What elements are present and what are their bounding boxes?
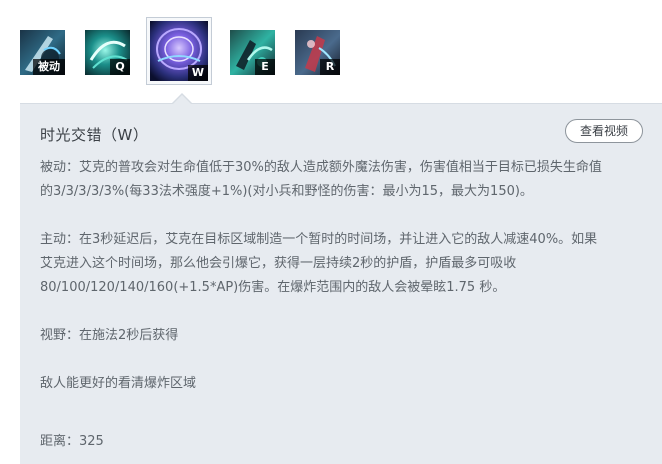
skill-e[interactable]: E <box>230 30 275 75</box>
skill-w-selected[interactable]: W <box>146 17 212 85</box>
range-text: 距离：325 <box>40 434 104 449</box>
vision-text: 视野：在施法2秒后获得 <box>40 328 179 343</box>
skill-r[interactable]: R <box>295 30 340 75</box>
skill-key-label: 被动 <box>33 59 65 75</box>
selection-pointer-fill <box>172 95 192 105</box>
skill-title: 时光交错（W） <box>40 126 149 144</box>
enemy-note-text: 敌人能更好的看清爆炸区域 <box>40 376 197 391</box>
skill-key-label: E <box>255 59 275 75</box>
skill-q[interactable]: Q <box>85 30 130 75</box>
active-desc-line: 艾克进入这个时间场，那么他会引爆它，获得一层持续2秒的护盾，护盾最多可吸收 <box>40 256 517 271</box>
skill-passive[interactable]: 被动 <box>20 30 65 75</box>
skill-key-label: R <box>320 59 340 75</box>
active-desc-line: 主动：在3秒延迟后，艾克在目标区域制造一个暂时的时间场，并让进入它的敌人减速40… <box>40 232 598 247</box>
passive-desc-line: 的3/3/3/3/3%(每33法术强度+1%)(对小兵和野怪的伤害：最小为15，… <box>40 184 533 199</box>
skill-key-label: Q <box>110 59 130 75</box>
skill-key-label: W <box>188 65 208 81</box>
skill-w-frame: W <box>150 21 208 81</box>
skill-detail-panel: 时光交错（W） 查看视频 被动：艾克的普攻会对生命值低于30%的敌人造成额外魔法… <box>20 103 662 464</box>
skill-bar: 被动 Q W E R <box>0 0 662 104</box>
view-video-button[interactable]: 查看视频 <box>565 119 643 143</box>
passive-desc-line: 被动：艾克的普攻会对生命值低于30%的敌人造成额外魔法伤害，伤害值相当于目标已损… <box>40 160 602 175</box>
active-desc-line: 80/100/120/140/160(+1.5*AP)伤害。在爆炸范围内的敌人会… <box>40 280 506 295</box>
skill-description: 被动：艾克的普攻会对生命值低于30%的敌人造成额外魔法伤害，伤害值相当于目标已损… <box>40 156 652 454</box>
